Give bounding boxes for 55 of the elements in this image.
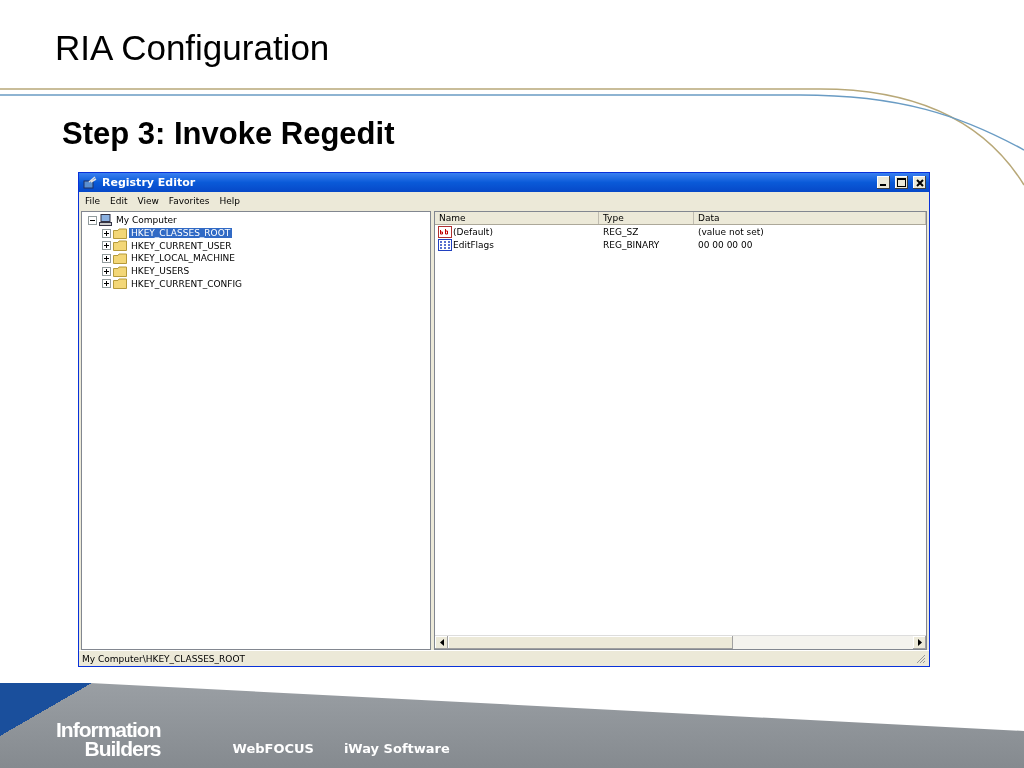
maximize-icon [897, 178, 906, 187]
expand-toggle-icon[interactable] [102, 241, 111, 251]
tree-item[interactable]: HKEY_USERS [129, 266, 192, 277]
scrollbar-thumb[interactable] [448, 636, 733, 649]
column-header[interactable]: Name [435, 212, 599, 224]
slide-title: RIA Configuration [54, 27, 330, 68]
scroll-left-button[interactable] [435, 636, 448, 649]
folder-icon [113, 265, 127, 277]
product-name: iWay Software [343, 741, 450, 756]
value-name[interactable]: (Default) [453, 226, 493, 237]
tree-item[interactable]: HKEY_LOCAL_MACHINE [129, 253, 237, 264]
left-arrow-icon [439, 639, 444, 646]
expand-toggle-icon[interactable] [102, 228, 111, 238]
logo-text: Information [56, 720, 161, 739]
folder-icon [113, 227, 127, 239]
column-header[interactable]: Type [599, 212, 694, 224]
slide-subtitle: Step 3: Invoke Regedit [61, 115, 395, 152]
resize-grip-icon[interactable] [916, 653, 926, 664]
right-arrow-icon [917, 639, 922, 646]
window-title: Registry Editor [102, 176, 197, 189]
menu-item[interactable]: Help [219, 195, 241, 206]
menu-item[interactable]: Favorites [168, 195, 210, 206]
folder-icon [113, 240, 127, 252]
horizontal-scrollbar[interactable] [435, 635, 926, 649]
status-text: My Computer\HKEY_CLASSES_ROOT [82, 653, 246, 664]
menu-item[interactable]: View [137, 195, 159, 206]
value-type: REG_BINARY [602, 239, 661, 250]
scroll-right-button[interactable] [913, 636, 926, 649]
string-value-icon [438, 225, 452, 238]
minimize-button[interactable] [877, 176, 890, 189]
tree-item[interactable]: My Computer [114, 215, 179, 226]
value-data: 00 00 00 00 [697, 239, 754, 250]
binary-value-icon [438, 238, 452, 251]
value-type: REG_SZ [602, 226, 640, 237]
folder-icon [113, 252, 127, 264]
computer-icon [99, 214, 112, 227]
menu-item[interactable]: Edit [110, 195, 128, 206]
column-header[interactable]: Data [694, 212, 926, 224]
tree-item[interactable]: HKEY_CURRENT_CONFIG [129, 278, 245, 289]
expand-toggle-icon[interactable] [102, 253, 111, 263]
close-icon [915, 178, 924, 187]
value-data: (value not set) [697, 226, 765, 237]
expand-toggle-icon[interactable] [102, 279, 111, 289]
collapse-toggle-icon[interactable] [88, 215, 97, 225]
product-name: WebFOCUS [232, 741, 314, 756]
logo-text: Builders [84, 739, 161, 758]
maximize-button[interactable] [895, 176, 908, 189]
expand-toggle-icon[interactable] [102, 266, 111, 276]
tree-item[interactable]: HKEY_CURRENT_USER [129, 240, 234, 251]
tree-item[interactable]: HKEY_CLASSES_ROOT [129, 228, 233, 239]
registry-app-icon [83, 176, 97, 189]
value-name[interactable]: EditFlags [453, 239, 495, 250]
menu-item[interactable]: File [85, 195, 101, 206]
close-button[interactable] [913, 176, 926, 189]
folder-icon [113, 278, 127, 290]
